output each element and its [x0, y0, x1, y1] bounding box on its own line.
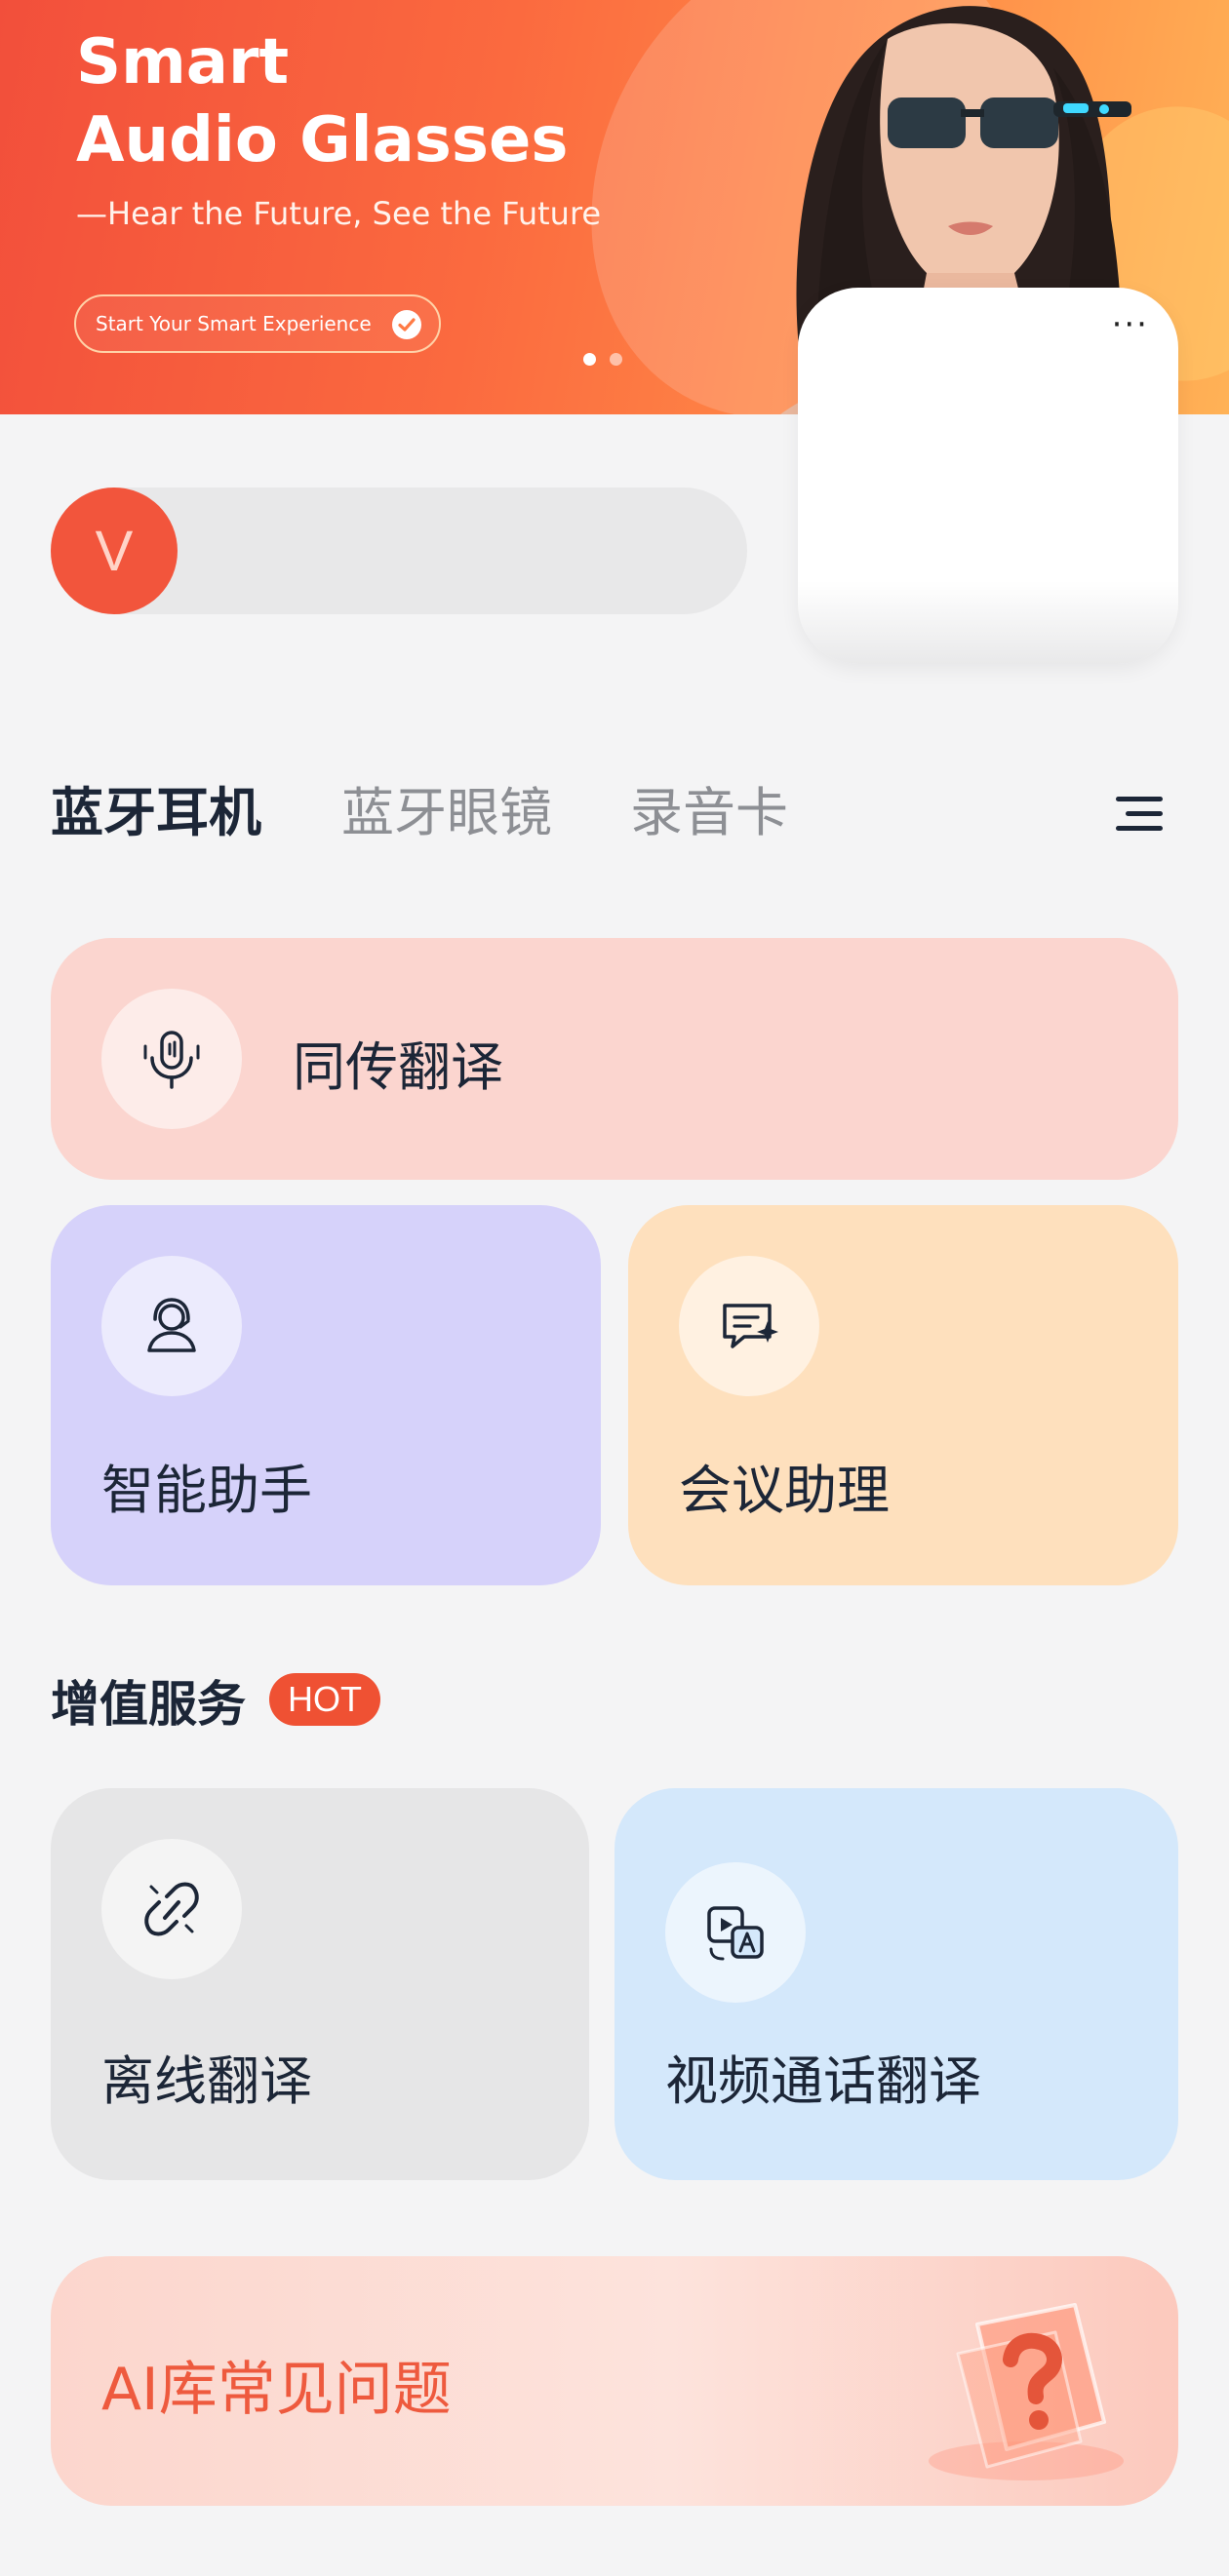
question-mark-icon [929, 2303, 1124, 2480]
banner-title: Smart Audio Glasses [76, 26, 569, 176]
video-call-translation-label: 视频通话翻译 [665, 2050, 981, 2112]
category-tabs: 蓝牙耳机 蓝牙眼镜 录音卡 [51, 780, 866, 846]
assistant-headset-icon [101, 1256, 242, 1396]
offline-translation-label: 离线翻译 [101, 2050, 312, 2112]
video-translate-icon [665, 1862, 806, 2003]
device-avatar: V [51, 488, 178, 614]
link-icon [101, 1839, 242, 1979]
chat-sparkle-icon [679, 1256, 819, 1396]
banner-cta-label: Start Your Smart Experience [96, 312, 372, 335]
meeting-assistant-card[interactable]: 会议助理 [628, 1205, 1178, 1585]
floating-widget-card[interactable]: ··· [798, 288, 1178, 664]
ai-faq-card[interactable]: AI库常见问题 [51, 2256, 1178, 2506]
banner-cta-button[interactable]: Start Your Smart Experience [74, 294, 441, 353]
banner-subtitle: —Hear the Future, See the Future [76, 195, 602, 232]
smart-assistant-label: 智能助手 [101, 1460, 312, 1521]
meeting-assistant-label: 会议助理 [679, 1460, 890, 1521]
carousel-indicator [583, 353, 622, 366]
device-selector[interactable]: V [51, 488, 747, 614]
video-call-translation-card[interactable]: 视频通话翻译 [614, 1788, 1178, 2180]
menu-icon[interactable] [1116, 795, 1163, 834]
simultaneous-translation-label: 同传翻译 [293, 1036, 503, 1098]
smart-assistant-card[interactable]: 智能助手 [51, 1205, 601, 1585]
value-added-services-title: 增值服务 [51, 1676, 246, 1733]
simultaneous-translation-card[interactable]: 同传翻译 [51, 938, 1178, 1180]
offline-translation-card[interactable]: 离线翻译 [51, 1788, 589, 2180]
check-icon [392, 310, 421, 339]
carousel-dot [610, 353, 622, 366]
ai-faq-label: AI库常见问题 [101, 2356, 452, 2424]
tab-bluetooth-earphones[interactable]: 蓝牙耳机 [51, 780, 261, 846]
carousel-dot-active [583, 353, 596, 366]
more-options-icon[interactable]: ··· [1112, 308, 1149, 341]
tab-bluetooth-glasses[interactable]: 蓝牙眼镜 [341, 780, 552, 846]
microphone-icon [101, 989, 242, 1129]
tab-recording-card[interactable]: 录音卡 [630, 780, 788, 846]
hot-badge: HOT [269, 1673, 380, 1726]
